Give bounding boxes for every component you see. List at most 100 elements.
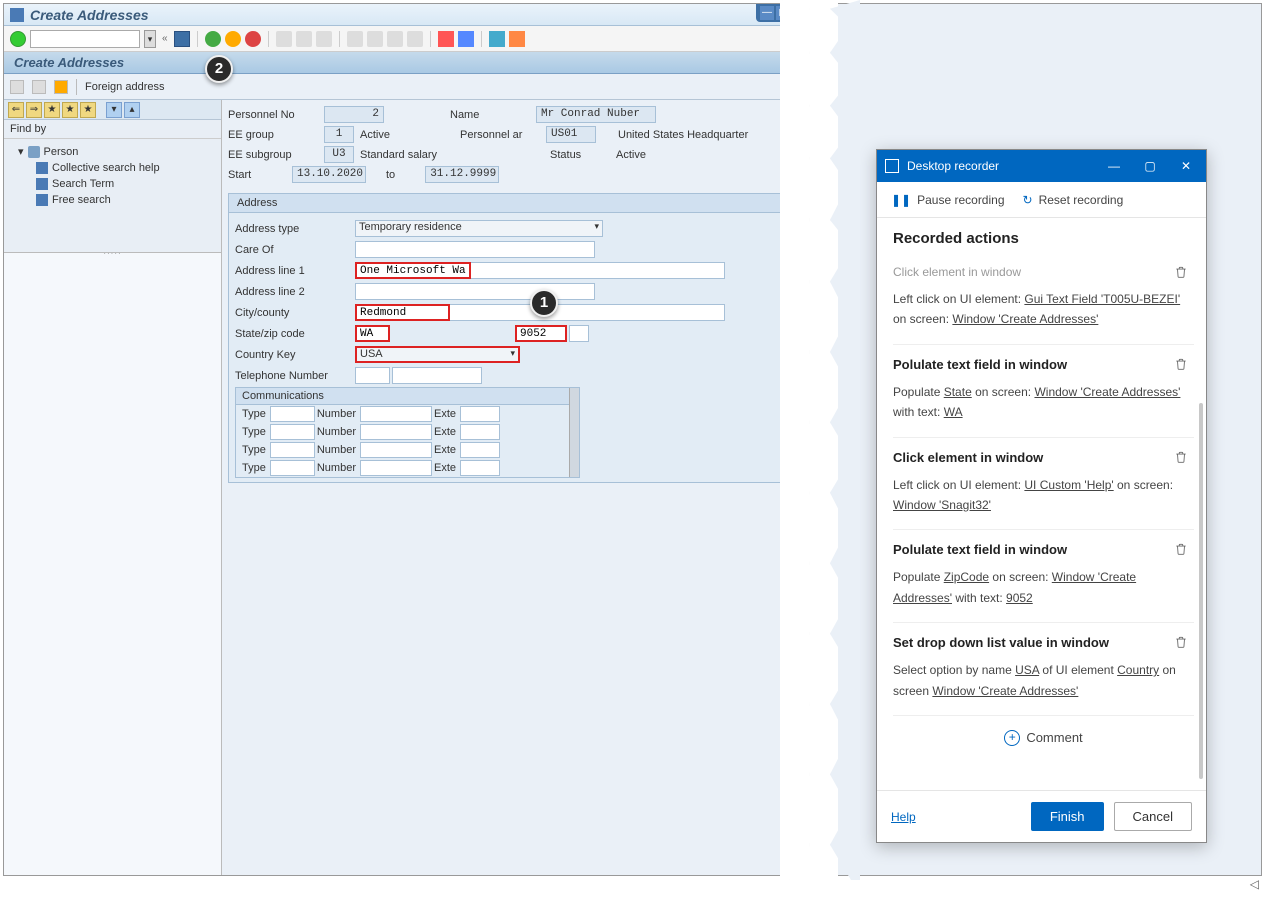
ok-icon[interactable] <box>10 31 26 47</box>
comm-ext-input[interactable] <box>460 460 500 476</box>
add-comment-button[interactable]: + Comment <box>893 716 1194 760</box>
finish-button[interactable]: Finish <box>1031 802 1104 831</box>
personnel-no-field[interactable]: 2 <box>324 106 384 123</box>
next-page-icon[interactable] <box>387 31 403 47</box>
first-page-icon[interactable] <box>347 31 363 47</box>
careof-input[interactable] <box>355 241 595 258</box>
recorded-action-card[interactable]: Set drop down list value in windowSelect… <box>893 623 1194 716</box>
find-icon[interactable] <box>296 31 312 47</box>
delete-action-icon[interactable] <box>1174 542 1190 558</box>
comm-type-input[interactable] <box>270 442 315 458</box>
tree-item-collective[interactable]: Collective search help <box>10 160 215 176</box>
start-date-field[interactable]: 13.10.2020 <box>292 166 366 183</box>
link-text[interactable]: ZipCode <box>944 570 989 584</box>
cancel-button[interactable]: Cancel <box>1114 802 1192 831</box>
link-text[interactable]: 9052 <box>1006 591 1033 605</box>
link-text[interactable]: Country <box>1117 663 1159 677</box>
print-icon[interactable] <box>276 31 292 47</box>
link-text[interactable]: USA <box>1015 663 1039 677</box>
recorded-action-card[interactable]: Click element in windowLeft click on UI … <box>893 253 1194 345</box>
nav-fav-icon[interactable]: ★ <box>62 102 78 118</box>
save-icon[interactable] <box>174 31 190 47</box>
comm-number-input[interactable] <box>360 424 432 440</box>
delete-action-icon[interactable] <box>1174 265 1190 281</box>
help-icon[interactable] <box>489 31 505 47</box>
doc-icon[interactable] <box>10 80 24 94</box>
comm-number-input[interactable] <box>360 460 432 476</box>
copy-icon[interactable] <box>32 80 46 94</box>
county-input[interactable] <box>450 304 725 321</box>
nav-fwd-icon[interactable]: ⇒ <box>26 102 42 118</box>
zip-ext-input[interactable] <box>569 325 589 342</box>
link-text[interactable]: Window 'Snagit32' <box>893 498 991 512</box>
link-text[interactable]: Gui Text Field 'T005U-BEZEI' <box>1024 292 1180 306</box>
comm-type-input[interactable] <box>270 460 315 476</box>
recorder-minimize-icon[interactable]: — <box>1102 159 1126 173</box>
minimize-icon[interactable]: — <box>760 6 774 20</box>
person-icon[interactable] <box>54 80 68 94</box>
comm-ext-input[interactable] <box>460 442 500 458</box>
prev-page-icon[interactable] <box>367 31 383 47</box>
comm-scrollbar[interactable] <box>569 388 579 477</box>
delete-action-icon[interactable] <box>1174 357 1190 373</box>
recorder-maximize-icon[interactable]: ▢ <box>1138 159 1162 173</box>
nav-back-icon[interactable]: ⇐ <box>8 102 24 118</box>
nav-star-icon[interactable]: ★ <box>44 102 60 118</box>
address-line2-input[interactable] <box>355 283 595 300</box>
link-text[interactable]: Window 'Create Addresses' <box>932 684 1078 698</box>
pause-recording-button[interactable]: ❚❚ Pause recording <box>891 193 1005 207</box>
country-dropdown[interactable]: USA <box>355 346 520 363</box>
help-link[interactable]: Help <box>891 810 916 824</box>
personnel-ar-field[interactable]: US01 <box>546 126 596 143</box>
comm-number-input[interactable] <box>360 406 432 422</box>
nav-collapse-icon[interactable]: ▴ <box>124 102 140 118</box>
link-text[interactable]: UI Custom 'Help' <box>1024 478 1113 492</box>
tree-item-search-term[interactable]: Search Term <box>10 176 215 192</box>
link-text[interactable]: Window 'Create Addresses' <box>952 312 1098 326</box>
zip-input[interactable] <box>515 325 567 342</box>
resize-grip-icon[interactable]: ◁ <box>1250 877 1259 891</box>
comm-type-input[interactable] <box>270 424 315 440</box>
back-icon[interactable] <box>205 31 221 47</box>
splitter-handle[interactable]: ····· <box>103 249 121 258</box>
link-text[interactable]: State <box>944 385 972 399</box>
address-type-dropdown[interactable]: Temporary residence <box>355 220 603 237</box>
cancel-icon[interactable] <box>245 31 261 47</box>
end-date-field[interactable]: 31.12.9999 <box>425 166 499 183</box>
find-next-icon[interactable] <box>316 31 332 47</box>
recorded-action-card[interactable]: Click element in windowLeft click on UI … <box>893 438 1194 531</box>
city-input[interactable] <box>355 304 450 321</box>
link-text[interactable]: Window 'Create Addresses' <box>1034 385 1180 399</box>
recorder-close-icon[interactable]: ✕ <box>1174 159 1198 173</box>
delete-action-icon[interactable] <box>1174 450 1190 466</box>
comm-ext-input[interactable] <box>460 406 500 422</box>
command-dropdown-icon[interactable]: ▾ <box>144 30 156 48</box>
recorder-scrollbar[interactable] <box>1199 403 1203 779</box>
delete-action-icon[interactable] <box>1174 635 1190 651</box>
reset-recording-button[interactable]: ↻ Reset recording <box>1023 193 1124 207</box>
tel-area-input[interactable] <box>355 367 390 384</box>
ee-group-field[interactable]: 1 <box>324 126 354 143</box>
comm-ext-input[interactable] <box>460 424 500 440</box>
layout-icon[interactable] <box>509 31 525 47</box>
nav-expand-icon[interactable]: ▾ <box>106 102 122 118</box>
collapse-icon[interactable]: « <box>162 33 168 44</box>
ee-subgroup-field[interactable]: U3 <box>324 146 354 163</box>
comm-type-input[interactable] <box>270 406 315 422</box>
tree-person[interactable]: ▾ Person <box>10 143 215 160</box>
exit-icon[interactable] <box>225 31 241 47</box>
tree-toggle-icon[interactable]: ▾ <box>18 145 24 158</box>
last-page-icon[interactable] <box>407 31 423 47</box>
command-input[interactable] <box>30 30 140 48</box>
link-text[interactable]: WA <box>944 405 963 419</box>
new-session-icon[interactable] <box>438 31 454 47</box>
comm-number-input[interactable] <box>360 442 432 458</box>
state-input[interactable] <box>355 325 390 342</box>
tel-number-input[interactable] <box>392 367 482 384</box>
tree-item-free-search[interactable]: Free search <box>10 192 215 208</box>
recorded-action-card[interactable]: Polulate text field in windowPopulate Zi… <box>893 530 1194 623</box>
shortcut-icon[interactable] <box>458 31 474 47</box>
recorded-action-card[interactable]: Polulate text field in windowPopulate St… <box>893 345 1194 438</box>
address-line1-input[interactable] <box>355 262 471 279</box>
nav-bookmark-icon[interactable]: ★ <box>80 102 96 118</box>
